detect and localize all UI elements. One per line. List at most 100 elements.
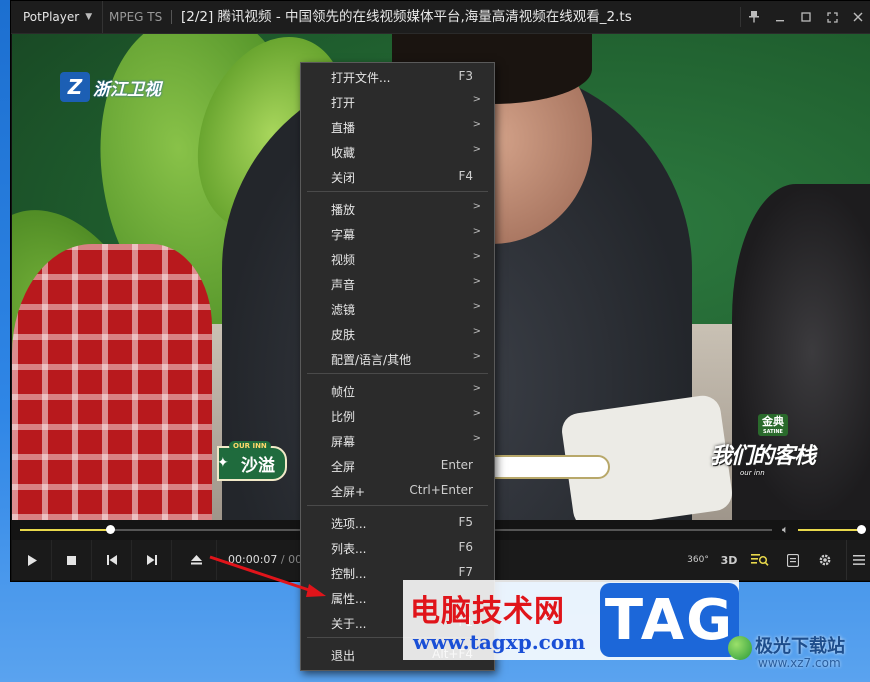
skip-next-icon [146, 555, 157, 565]
minimize-icon[interactable] [767, 1, 793, 33]
menu-item[interactable]: 收藏 > [301, 138, 494, 163]
sponsor-badge: 金典 SATINE [758, 414, 788, 436]
vr-360-button[interactable]: 360° [684, 540, 712, 580]
watermark-site-url: www.tagxp.com [413, 630, 586, 654]
fullscreen-icon[interactable] [819, 1, 845, 33]
menu-item-label: 打开文件... [331, 71, 391, 85]
format-label: MPEG TS [109, 10, 163, 24]
menu-item-label: 屏幕 [331, 435, 356, 449]
xz7-logo-icon [728, 636, 752, 660]
submenu-arrow-icon: > [472, 144, 481, 155]
menu-item-label: 播放 [331, 203, 356, 217]
menu-item[interactable]: 声音 > [301, 270, 494, 295]
title-bar: PotPlayer ▼ MPEG TS [2/2] 腾讯视频 - 中国领先的在线… [11, 1, 870, 34]
menu-item-shortcut: Enter [440, 458, 473, 472]
seek-handle[interactable] [106, 525, 116, 534]
3d-icon: 3D [720, 553, 738, 567]
window-controls [740, 1, 870, 33]
app-menu-button[interactable]: PotPlayer ▼ [11, 1, 103, 33]
watermark-tagxp: 电脑技术网 www.tagxp.com TAG [403, 580, 739, 660]
menu-item-label: 收藏 [331, 146, 356, 160]
pin-icon[interactable] [741, 1, 767, 33]
menu-item-shortcut: Ctrl+Enter [409, 483, 473, 497]
next-button[interactable] [132, 540, 172, 580]
menu-item-label: 属性... [331, 592, 367, 606]
menu-item[interactable]: 播放 > [301, 195, 494, 220]
submenu-arrow-icon: > [472, 301, 481, 312]
stop-icon [67, 555, 76, 565]
menu-item[interactable]: 直播 > [301, 113, 494, 138]
menu-item[interactable]: 皮肤 > [301, 320, 494, 345]
volume-icon[interactable]: 🔈︎ [782, 523, 789, 537]
plaid-shirt-person [12, 244, 212, 520]
menu-item-label: 比例 [331, 410, 356, 424]
station-logo-icon: Z [60, 72, 90, 102]
title-divider [171, 10, 172, 24]
menu-item-label: 字幕 [331, 228, 356, 242]
maximize-icon[interactable] [793, 1, 819, 33]
menu-item-label: 帧位 [331, 385, 356, 399]
menu-separator [307, 191, 488, 192]
playlist-icon [787, 553, 799, 567]
sponsor-badge-text: 金典 [762, 415, 784, 428]
show-title: 我们的客栈 [710, 444, 816, 469]
menu-item[interactable]: 字幕 > [301, 220, 494, 245]
menu-item[interactable]: 滤镜 > [301, 295, 494, 320]
menu-item-label: 退出 [331, 649, 356, 663]
close-icon[interactable] [845, 1, 870, 33]
menu-item[interactable]: 帧位 > [301, 377, 494, 402]
menu-item-label: 打开 [331, 96, 356, 110]
menu-item-label: 全屏+ [331, 485, 366, 499]
main-menu-button[interactable] [846, 540, 870, 580]
menu-item[interactable]: 视频 > [301, 245, 494, 270]
show-logo: 金典 SATINE 我们的客栈 our inn [710, 414, 845, 489]
menu-item[interactable]: 打开 > [301, 88, 494, 113]
playlist-search-icon [751, 554, 769, 566]
menu-item-label: 皮肤 [331, 328, 356, 342]
annotation-arrow [209, 555, 326, 597]
volume-handle[interactable] [856, 525, 866, 534]
show-subtitle: our inn [740, 469, 765, 477]
volume-slider[interactable] [798, 525, 866, 534]
station-logo: Z 浙江卫视 [60, 72, 161, 102]
watermark-site2-url: www.xz7.com [758, 656, 841, 670]
menu-item[interactable]: 比例 > [301, 402, 494, 427]
menu-item[interactable]: 关闭 F4 [301, 163, 494, 188]
submenu-arrow-icon: > [472, 119, 481, 130]
seek-bar-fill [20, 529, 111, 531]
menu-item-shortcut: F7 [458, 565, 473, 579]
hamburger-icon [853, 555, 865, 565]
app-name: PotPlayer [23, 10, 80, 24]
menu-item-shortcut: F6 [458, 540, 473, 554]
menu-separator [307, 505, 488, 506]
submenu-arrow-icon: > [472, 433, 481, 444]
menu-item[interactable]: 全屏+ Ctrl+Enter [301, 477, 494, 502]
menu-item[interactable]: 全屏 Enter [301, 452, 494, 477]
sponsor-badge-sub: SATINE [763, 429, 783, 435]
chevron-down-icon: ▼ [85, 12, 93, 22]
volume-fill [798, 529, 861, 531]
playlist-button[interactable] [778, 540, 808, 580]
stop-button[interactable] [52, 540, 92, 580]
menu-item-label: 列表... [331, 542, 367, 556]
menu-item[interactable]: 选项... F5 [301, 509, 494, 534]
menu-item[interactable]: 屏幕 > [301, 427, 494, 452]
3d-button[interactable]: 3D [715, 540, 743, 580]
menu-item-shortcut: F3 [458, 69, 473, 83]
menu-item[interactable]: 配置/语言/其他 > [301, 345, 494, 370]
play-button[interactable] [12, 540, 52, 580]
menu-item-label: 控制... [331, 567, 367, 581]
submenu-arrow-icon: > [472, 226, 481, 237]
playlist-search-button[interactable] [745, 540, 775, 580]
menu-item-label: 选项... [331, 517, 367, 531]
menu-separator [307, 373, 488, 374]
sparkle-icon: ✦ [217, 455, 229, 471]
menu-item[interactable]: 打开文件... F3 [301, 63, 494, 88]
settings-button[interactable] [810, 540, 840, 580]
menu-item-label: 关闭 [331, 171, 356, 185]
submenu-arrow-icon: > [472, 351, 481, 362]
caption-tag: OUR INN [229, 441, 271, 451]
vr-360-icon: 360° [687, 555, 709, 565]
previous-button[interactable] [92, 540, 132, 580]
watermark-tag-badge: TAG [600, 583, 739, 657]
